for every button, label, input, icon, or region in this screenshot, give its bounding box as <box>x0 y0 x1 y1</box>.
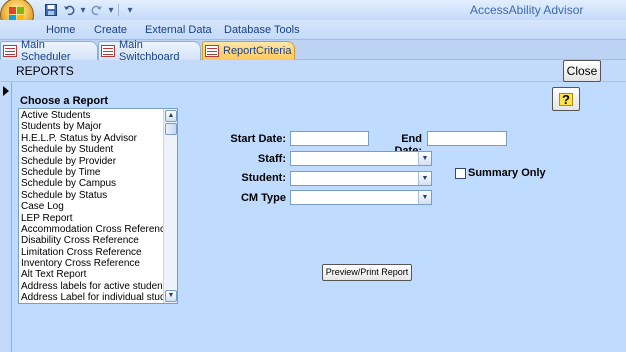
form-icon <box>101 45 115 57</box>
help-button[interactable]: ? <box>552 87 580 111</box>
list-item[interactable]: Case Log <box>19 201 163 212</box>
record-selector[interactable] <box>0 82 12 352</box>
title-bar: ▾ ▾ ▾ AccessAbility Advisor <box>0 0 626 32</box>
list-item[interactable]: Schedule by Provider <box>19 156 163 167</box>
close-button[interactable]: Close <box>563 60 601 82</box>
doc-tab-label: ReportCriteria <box>223 45 292 57</box>
scroll-up-icon[interactable]: ▲ <box>165 110 177 122</box>
doc-tab-report-criteria[interactable]: ReportCriteria <box>202 41 295 60</box>
list-item[interactable]: Active Students <box>19 110 163 121</box>
list-item[interactable]: Disability Cross Reference <box>19 235 163 246</box>
start-date-label: Start Date: <box>230 133 286 145</box>
save-icon[interactable] <box>44 3 58 17</box>
form-icon <box>3 45 17 57</box>
report-list-scrollbar[interactable]: ▲ ▼ <box>163 109 177 303</box>
chevron-down-icon[interactable]: ▼ <box>418 172 431 185</box>
end-date-field[interactable] <box>427 131 507 146</box>
list-item[interactable]: Schedule by Time <box>19 167 163 178</box>
student-combo[interactable]: ▼ <box>290 171 432 186</box>
staff-label: Staff: <box>257 153 286 165</box>
list-item[interactable]: H.E.L.P. Status by Advisor <box>19 133 163 144</box>
doc-tab-main-scheduler[interactable]: Main Scheduler <box>0 39 98 63</box>
undo-icon[interactable] <box>62 3 76 17</box>
cm-type-combo[interactable]: ▼ <box>290 190 432 205</box>
form-icon <box>205 45 219 57</box>
toolbar-separator <box>118 4 119 16</box>
ribbon-tab-database-tools[interactable]: Database Tools <box>224 24 300 36</box>
scroll-thumb[interactable] <box>165 123 177 135</box>
summary-only-checkbox[interactable] <box>455 168 466 179</box>
list-item[interactable]: Inventory Cross Reference <box>19 258 163 269</box>
redo-dropdown-icon[interactable]: ▾ <box>108 3 114 17</box>
doc-tab-main-switchboard[interactable]: Main Switchboard <box>98 39 201 63</box>
preview-print-report-button[interactable]: Preview/Print Report <box>322 264 412 281</box>
form-header: REPORTS <box>0 60 626 82</box>
list-item[interactable]: Address labels for active students <box>19 281 163 292</box>
report-list[interactable]: Active Students Students by Major H.E.L.P.… <box>18 108 178 304</box>
summary-only-label: Summary Only <box>468 167 546 179</box>
start-date-field[interactable] <box>290 131 369 146</box>
student-label: Student: <box>241 172 286 184</box>
customize-qat-icon[interactable]: ▾ <box>123 3 137 17</box>
help-icon: ? <box>559 92 573 106</box>
chevron-down-icon[interactable]: ▼ <box>418 152 431 165</box>
list-item[interactable]: Schedule by Status <box>19 190 163 201</box>
list-item[interactable]: Address Label for individual student <box>19 292 163 303</box>
current-record-arrow-icon <box>3 86 9 96</box>
chevron-down-icon[interactable]: ▼ <box>418 191 431 204</box>
list-item[interactable]: Students by Major <box>19 121 163 132</box>
quick-access-toolbar: ▾ ▾ ▾ <box>38 2 137 18</box>
report-list-items: Active Students Students by Major H.E.L.P.… <box>19 110 163 304</box>
choose-report-label: Choose a Report <box>20 95 109 107</box>
redo-icon[interactable] <box>90 3 104 17</box>
document-tab-bar: Main Scheduler Main Switchboard ReportCr… <box>0 39 626 63</box>
list-item[interactable]: Accommodation Cross Reference <box>19 224 163 235</box>
list-item[interactable]: Schedule by Campus <box>19 178 163 189</box>
window-title: AccessAbility Advisor <box>470 3 584 17</box>
ribbon-tab-bar: Home Create External Data Database Tools <box>0 20 626 40</box>
scroll-down-icon[interactable]: ▼ <box>165 290 177 302</box>
list-item[interactable]: LEP Report <box>19 213 163 224</box>
list-item[interactable]: Alt Text Report <box>19 269 163 280</box>
ribbon-tab-create[interactable]: Create <box>94 24 127 36</box>
cm-type-label: CM Type <box>240 192 286 204</box>
list-item[interactable]: Limitation Cross Reference <box>19 247 163 258</box>
ribbon-tab-external-data[interactable]: External Data <box>145 24 212 36</box>
staff-combo[interactable]: ▼ <box>290 151 432 166</box>
form-title: REPORTS <box>16 64 74 78</box>
list-item[interactable]: Schedule by Student <box>19 144 163 155</box>
undo-dropdown-icon[interactable]: ▾ <box>80 3 86 17</box>
ribbon-tab-home[interactable]: Home <box>46 24 75 36</box>
